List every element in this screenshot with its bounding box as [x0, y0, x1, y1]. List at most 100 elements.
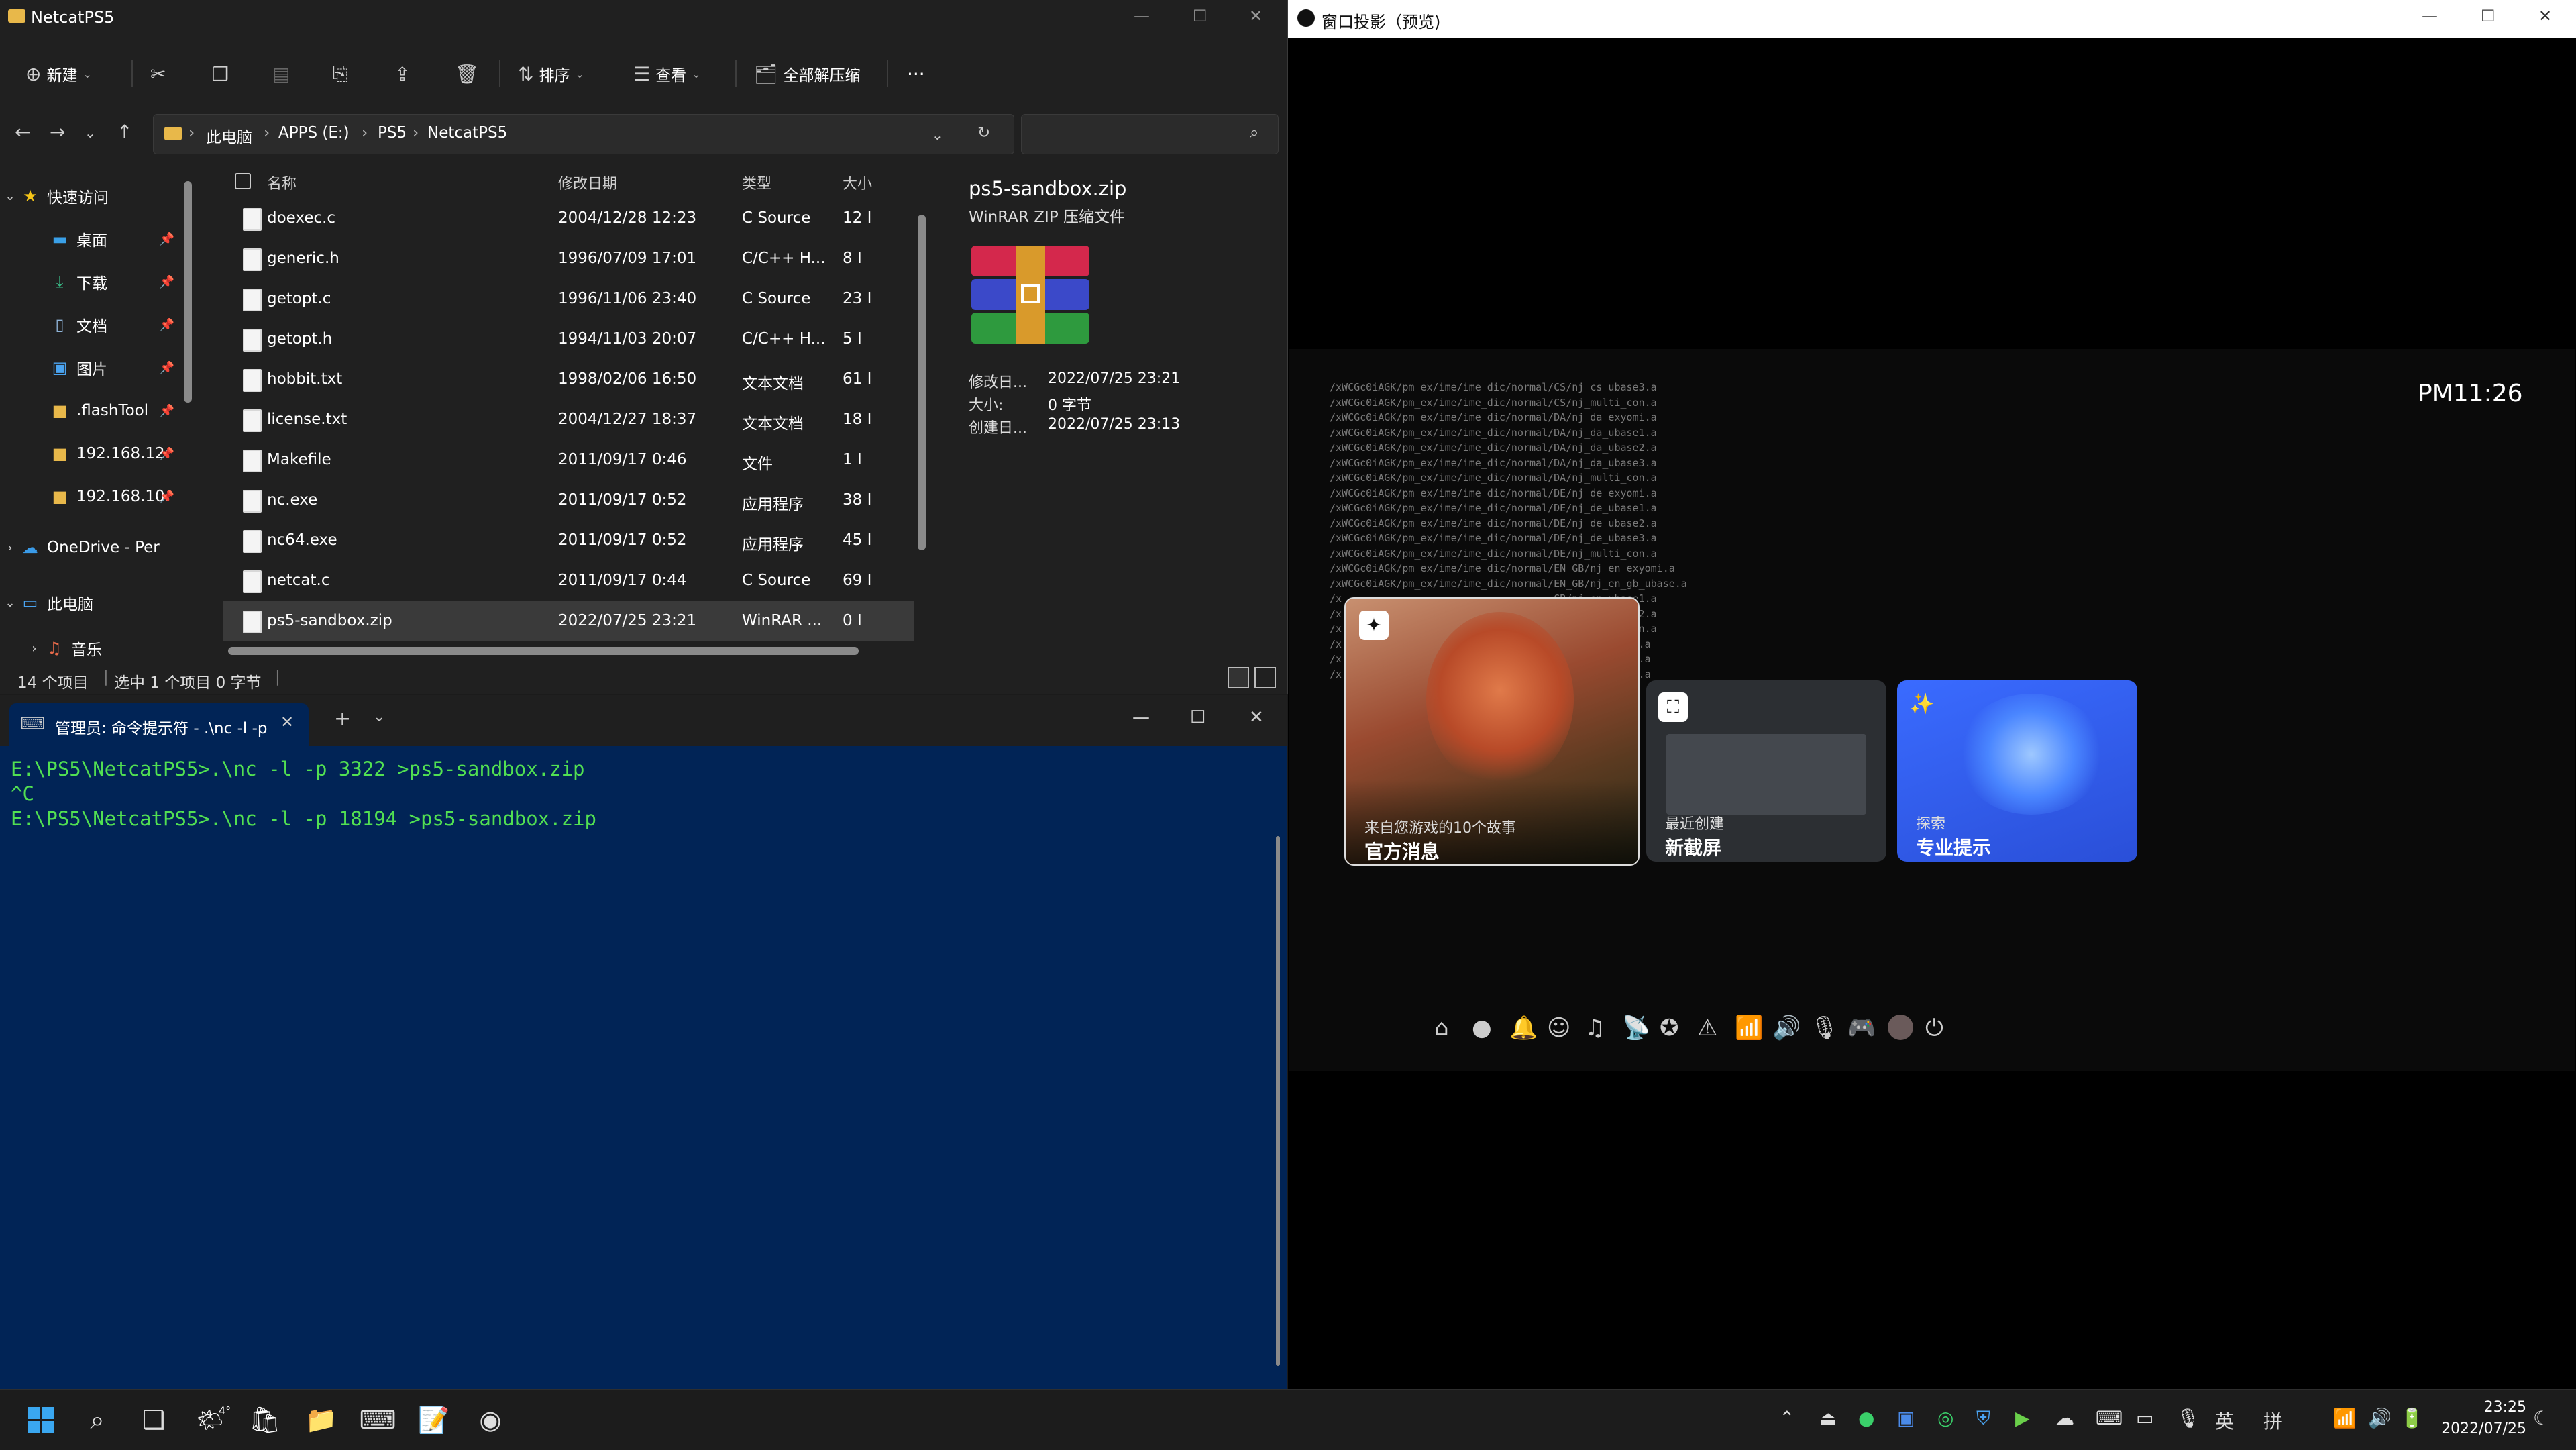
share-button[interactable]: ⇪ — [394, 59, 410, 89]
nav-item-flashtool[interactable]: ■ .flashTool 📌 — [0, 392, 188, 429]
search-input[interactable]: ⌕ — [1021, 114, 1279, 154]
details-view-icon[interactable] — [1228, 667, 1249, 688]
minimize-button[interactable]: — — [1134, 7, 1150, 25]
maximize-button[interactable]: ☐ — [1193, 7, 1208, 25]
maximize-button[interactable]: ☐ — [2481, 7, 2496, 25]
file-row[interactable]: hobbit.txt 1998/02/06 16:50 文本文档 61 I — [223, 360, 914, 400]
app-tray-icon[interactable]: ● — [1858, 1407, 1874, 1429]
tab-close-icon[interactable]: ✕ — [280, 713, 294, 731]
recent-chevron-icon[interactable]: ⌄ — [85, 125, 96, 141]
breadcrumb-netcatps5[interactable]: NetcatPS5 — [427, 124, 507, 142]
file-row[interactable]: getopt.c 1996/11/06 23:40 C Source 23 I — [223, 279, 914, 319]
microphone-icon[interactable]: 🎙 — [2176, 1407, 2200, 1429]
delete-button[interactable]: 🗑 — [455, 59, 479, 89]
notepad-icon[interactable]: 📝 — [417, 1403, 451, 1437]
nav-item-network-share-1[interactable]: ■ 192.168.12: 📌 — [0, 435, 188, 472]
file-row[interactable]: netcat.c 2011/09/17 0:44 C Source 69 I — [223, 561, 914, 601]
file-explorer-icon[interactable]: 📁 — [305, 1403, 338, 1437]
app-tray-icon[interactable]: ◎ — [1937, 1407, 1953, 1429]
breadcrumb-this-pc[interactable]: 此电脑 — [206, 124, 252, 147]
battery-icon[interactable]: 🔋 — [2400, 1407, 2424, 1429]
clock-date[interactable]: 2022/07/25 — [2428, 1420, 2526, 1437]
nav-item-pictures[interactable]: ▣ 图片 📌 — [0, 349, 188, 386]
nav-item-downloads[interactable]: ⤓ 下载 📌 — [0, 263, 188, 301]
focus-moon-icon[interactable]: ☾ — [2533, 1407, 2550, 1429]
forward-arrow-icon[interactable]: → — [50, 121, 65, 143]
file-row[interactable]: nc.exe 2011/09/17 0:52 应用程序 38 I — [223, 480, 914, 521]
maximize-button[interactable]: ☐ — [1190, 707, 1205, 727]
column-header-name[interactable]: 名称 — [267, 172, 297, 193]
terminal-scrollbar[interactable] — [1276, 836, 1280, 1366]
more-button[interactable]: ··· — [907, 59, 925, 89]
paste-button[interactable]: ▤ — [272, 59, 290, 89]
close-button[interactable]: ✕ — [2538, 7, 2552, 25]
file-row[interactable]: nc64.exe 2011/09/17 0:52 应用程序 45 I — [223, 521, 914, 561]
nvidia-icon[interactable]: ▶ — [2015, 1407, 2030, 1429]
column-header-date[interactable]: 修改日期 — [558, 172, 617, 193]
address-dropdown-icon[interactable]: ⌄ — [932, 127, 943, 143]
new-tab-icon[interactable]: + — [334, 707, 351, 731]
ime-language[interactable]: 英 — [2215, 1407, 2234, 1434]
task-view-icon[interactable]: ❑ — [137, 1403, 170, 1437]
minimize-button[interactable]: — — [2422, 7, 2438, 25]
terminal-app-icon[interactable]: ⌨ — [360, 1403, 396, 1437]
pro-tips-card[interactable]: ✨ 探索 专业提示 — [1897, 680, 2137, 862]
keyboard-icon[interactable]: ⌨ — [2096, 1407, 2123, 1429]
onedrive-icon[interactable]: ☁ — [2055, 1407, 2074, 1429]
close-button[interactable]: ✕ — [1249, 7, 1263, 25]
copy-button[interactable]: ❐ — [212, 59, 229, 89]
wifi-icon[interactable]: 📶 — [2333, 1407, 2357, 1429]
address-bar[interactable]: › 此电脑 › APPS (E:) › PS5 › NetcatPS5 ⌄ ↻ — [153, 114, 1014, 154]
breadcrumb-drive[interactable]: APPS (E:) — [278, 124, 350, 142]
minimize-button[interactable]: — — [1132, 707, 1150, 727]
nav-scrollbar[interactable] — [184, 181, 192, 403]
terminal-tab[interactable]: ⌨ 管理员: 命令提示符 - .\nc -l -p ✕ — [9, 703, 309, 746]
dropdown-icon[interactable]: ⌄ — [373, 709, 385, 725]
news-card[interactable]: ✦ 来自您游戏的10个故事 官方消息 — [1344, 597, 1640, 866]
refresh-icon[interactable]: ↻ — [977, 124, 990, 142]
file-row[interactable]: getopt.h 1994/11/03 20:07 C/C++ H... 5 I — [223, 319, 914, 360]
rename-button[interactable]: ⎘ — [333, 59, 347, 89]
ime-mode[interactable]: 拼 — [2263, 1407, 2282, 1434]
app-tray-icon[interactable]: ▣ — [1897, 1407, 1915, 1429]
terminal-output[interactable]: E:\PS5\NetcatPS5>.\nc -l -p 3322 >ps5-sa… — [11, 757, 596, 831]
store-icon[interactable]: 🛍 — [248, 1403, 282, 1437]
clock-time[interactable]: 23:25 — [2442, 1399, 2526, 1416]
cut-button[interactable]: ✂ — [150, 59, 166, 89]
nav-quick-access[interactable]: ⌄ ★ 快速访问 — [0, 177, 188, 215]
display-icon[interactable]: ▭ — [2136, 1407, 2153, 1429]
file-list-scrollbar[interactable] — [918, 215, 926, 550]
speaker-icon[interactable]: 🔊 — [2368, 1407, 2392, 1429]
obs-icon[interactable]: ◉ — [474, 1403, 507, 1437]
tiles-view-icon[interactable] — [1254, 667, 1276, 688]
usb-icon[interactable]: ⏏ — [1819, 1407, 1837, 1429]
select-all-checkbox[interactable] — [235, 173, 251, 189]
column-header-size[interactable]: 大小 — [843, 172, 872, 193]
nav-onedrive[interactable]: › ☁ OneDrive - Per — [0, 529, 188, 566]
view-button[interactable]: ☰ 查看 ⌄ — [633, 59, 701, 89]
security-icon[interactable]: ⛨ — [1976, 1407, 1990, 1430]
close-button[interactable]: ✕ — [1249, 707, 1264, 727]
search-icon[interactable]: ⌕ — [80, 1403, 114, 1437]
column-header-type[interactable]: 类型 — [742, 172, 771, 193]
file-row[interactable]: ps5-sandbox.zip 2022/07/25 23:21 WinRAR ..… — [223, 601, 914, 641]
nav-item-network-share-2[interactable]: ■ 192.168.10. 📌 — [0, 478, 188, 515]
file-row[interactable]: license.txt 2004/12/27 18:37 文本文档 18 I — [223, 400, 914, 440]
up-arrow-icon[interactable]: ↑ — [117, 121, 132, 143]
nav-item-desktop[interactable]: ▬ 桌面 📌 — [0, 220, 188, 258]
horizontal-scrollbar[interactable] — [228, 647, 859, 655]
projector-titlebar[interactable]: 窗口投影（预览) — ☐ ✕ — [1288, 0, 2576, 38]
back-arrow-icon[interactable]: ← — [15, 121, 30, 143]
file-row[interactable]: doexec.c 2004/12/28 12:23 C Source 12 I — [223, 199, 914, 239]
extract-all-button[interactable]: 🗂 全部解压缩 — [754, 59, 861, 89]
terminal-tab-bar[interactable]: ⌨ 管理员: 命令提示符 - .\nc -l -p ✕ + ⌄ — ☐ ✕ — [0, 695, 1287, 746]
file-row[interactable]: generic.h 1996/07/09 17:01 C/C++ H... 8 I — [223, 239, 914, 279]
sort-button[interactable]: ⇅ 排序 ⌄ — [518, 59, 584, 89]
new-button[interactable]: ⊕ 新建 ⌄ — [25, 59, 92, 89]
explorer-titlebar[interactable]: NetcatPS5 — ☐ ✕ — [0, 0, 1287, 38]
nav-item-documents[interactable]: ▯ 文档 📌 — [0, 306, 188, 344]
start-button[interactable] — [24, 1403, 58, 1437]
nav-item-music[interactable]: › ♫ 音乐 — [0, 629, 188, 667]
breadcrumb-ps5[interactable]: PS5 — [378, 124, 407, 142]
file-row[interactable]: Makefile 2011/09/17 0:46 文件 1 I — [223, 440, 914, 480]
